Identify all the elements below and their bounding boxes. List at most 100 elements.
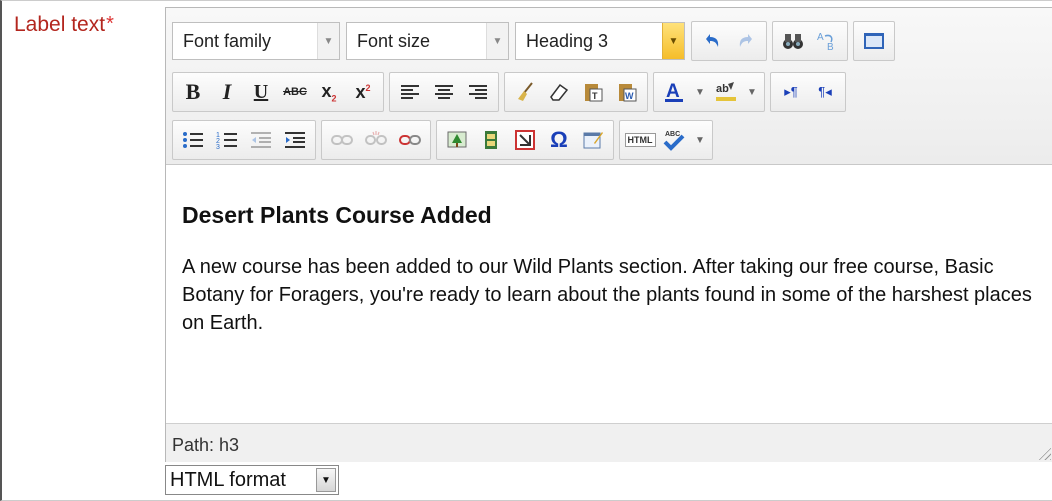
align-right-icon [469, 85, 487, 99]
outdent-button[interactable] [244, 123, 278, 157]
broom-icon [518, 82, 533, 101]
undo-icon [706, 34, 719, 47]
align-left-button[interactable] [393, 75, 427, 109]
superscript-button[interactable]: x2 [346, 75, 380, 109]
paste-text-button[interactable]: T [576, 75, 610, 109]
svg-text:W: W [625, 91, 634, 101]
fullscreen-group [853, 21, 895, 61]
required-marker: * [106, 13, 114, 35]
subscript-icon: x2 [321, 80, 337, 104]
editor-statusbar: Path: h3 [166, 423, 1052, 462]
subscript-button[interactable]: x2 [312, 75, 346, 109]
text-style-group: B I U ABC x2 x2 [172, 72, 384, 112]
svg-text:T: T [592, 91, 598, 101]
bold-button[interactable]: B [176, 75, 210, 109]
chevron-down-icon: ▼ [695, 86, 705, 98]
indent-button[interactable] [278, 123, 312, 157]
italic-button[interactable]: I [210, 75, 244, 109]
rtl-icon: ¶◂ [818, 84, 832, 99]
numbered-list-button[interactable]: 123 [210, 123, 244, 157]
text-color-dropdown[interactable]: ▼ [691, 75, 709, 109]
highlight-color-button[interactable]: ab [709, 75, 743, 109]
align-left-icon [401, 85, 419, 99]
text-format-value: HTML format [170, 468, 286, 491]
paste-word-button[interactable]: W [610, 75, 644, 109]
indent-icon [285, 132, 305, 148]
unlink-button[interactable] [359, 123, 393, 157]
nolink-button[interactable] [508, 123, 542, 157]
underline-button[interactable]: U [244, 75, 278, 109]
svg-text:A: A [666, 81, 680, 102]
align-right-button[interactable] [461, 75, 495, 109]
rtl-button[interactable]: ¶◂ [808, 75, 842, 109]
svg-text:B: B [827, 42, 834, 52]
binoculars-icon [783, 34, 803, 49]
fullscreen-button[interactable] [857, 24, 891, 58]
font-family-select[interactable]: Font family ▼ [172, 22, 340, 60]
replace-button[interactable]: AB [810, 24, 844, 58]
spellcheck-dropdown[interactable]: ▼ [691, 123, 709, 157]
link-group [321, 120, 431, 160]
chevron-down-icon[interactable]: ▼ [662, 23, 684, 59]
remove-format-button[interactable] [542, 75, 576, 109]
text-color-icon: A [665, 81, 683, 102]
content-heading: Desert Plants Course Added [182, 202, 492, 228]
list-indent-group: 123 [172, 120, 316, 160]
editor-toolbar: Font family ▼ Font size ▼ Heading 3 ▼ A … [166, 8, 1052, 165]
text-format-select[interactable]: HTML format ▼ [165, 465, 339, 495]
outdent-icon [251, 132, 271, 148]
chevron-down-icon: ▼ [695, 134, 705, 146]
redo-button[interactable] [729, 24, 763, 58]
unlink-icon [365, 131, 387, 145]
spellcheck-icon: ABC [663, 131, 685, 151]
chevron-down-icon[interactable]: ▼ [317, 23, 339, 59]
content-paragraph: A new course has been added to our Wild … [182, 256, 1032, 334]
html-source-button[interactable]: HTML [623, 123, 657, 157]
font-size-select[interactable]: Font size ▼ [346, 22, 509, 60]
highlight-color-dropdown[interactable]: ▼ [743, 75, 761, 109]
autolink-icon [399, 135, 421, 145]
auto-link-button[interactable] [393, 123, 427, 157]
block-format-value: Heading 3 [526, 30, 609, 51]
undo-button[interactable] [695, 24, 729, 58]
bullet-list-icon [183, 132, 203, 148]
color-group: A ▼ ab ▼ [653, 72, 765, 112]
chevron-down-icon[interactable]: ▼ [316, 468, 336, 492]
paste-word-icon: W [619, 84, 637, 102]
fullscreen-icon [864, 33, 884, 49]
find-replace-icon: AB [817, 32, 834, 52]
editor-content-area[interactable]: Desert Plants Course Added A new course … [166, 166, 1052, 422]
ltr-button[interactable]: ▸¶ [774, 75, 808, 109]
ltr-icon: ▸¶ [784, 84, 798, 99]
toolbar-row-3: 123 Ω HTML ABC ▼ [172, 117, 718, 163]
insert-image-button[interactable] [440, 123, 474, 157]
edit-html-button[interactable] [576, 123, 610, 157]
superscript-icon: x2 [355, 81, 371, 102]
field-label: Label text* [14, 13, 114, 37]
form-row: Label text* Font family ▼ Font size ▼ He… [0, 0, 1052, 501]
font-size-value: Font size [357, 30, 431, 51]
resize-handle-icon[interactable] [1037, 446, 1051, 460]
block-format-select[interactable]: Heading 3 ▼ [515, 22, 685, 60]
align-center-button[interactable] [427, 75, 461, 109]
film-icon [485, 131, 497, 149]
find-replace-group: AB [772, 21, 848, 61]
cleanup-button[interactable] [508, 75, 542, 109]
field-label-text: Label text [14, 13, 106, 36]
strikethrough-button[interactable]: ABC [278, 75, 312, 109]
bold-icon: B [185, 79, 201, 104]
chevron-down-icon[interactable]: ▼ [486, 23, 508, 59]
find-button[interactable] [776, 24, 810, 58]
alignment-group [389, 72, 499, 112]
chevron-down-icon: ▼ [747, 86, 757, 98]
link-button[interactable] [325, 123, 359, 157]
svg-text:A: A [817, 32, 824, 43]
insert-media-button[interactable] [474, 123, 508, 157]
toolbar-row-1: Font family ▼ Font size ▼ Heading 3 ▼ A … [172, 18, 900, 64]
bullet-list-button[interactable] [176, 123, 210, 157]
spellcheck-button[interactable]: ABC [657, 123, 691, 157]
text-color-button[interactable]: A [657, 75, 691, 109]
highlight-color-icon: ab [716, 82, 736, 101]
special-char-button[interactable]: Ω [542, 123, 576, 157]
redo-icon [739, 34, 752, 47]
